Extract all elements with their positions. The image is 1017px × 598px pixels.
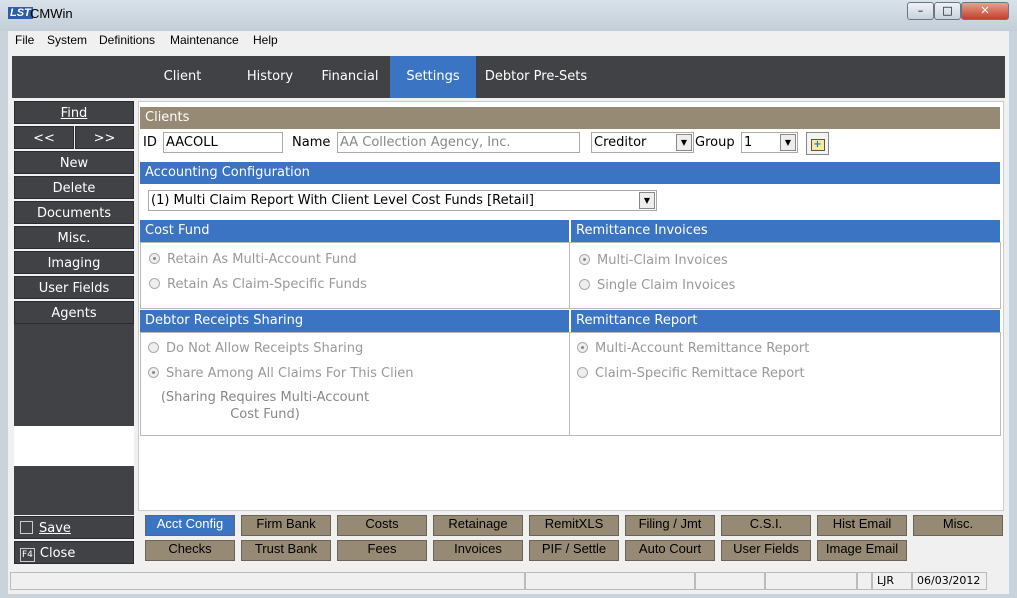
sidebar-blank — [14, 426, 134, 466]
status-bar: LJR 06/03/2012 — [8, 571, 1009, 591]
costs-button[interactable]: Costs — [337, 515, 427, 536]
remit-invoices-header: Remittance Invoices — [571, 220, 1000, 242]
id-input[interactable]: AACOLL — [163, 132, 283, 153]
minimize-button[interactable]: – — [907, 2, 934, 20]
menu-help[interactable]: Help — [253, 33, 278, 47]
status-user: LJR — [872, 572, 912, 590]
tab-client[interactable]: Client — [145, 56, 220, 98]
trust-bank-button[interactable]: Trust Bank — [241, 540, 331, 561]
tab-settings[interactable]: Settings — [390, 56, 476, 98]
report-radio-multi[interactable]: Multi-Account Remittance Report — [577, 341, 809, 356]
close-window-button[interactable]: ✕ — [961, 2, 1009, 20]
receipts-radio-none[interactable]: Do Not Allow Receipts Sharing — [148, 341, 363, 356]
user-fields-button[interactable]: User Fields — [14, 276, 134, 299]
title-bar: LST CMWin – □ ✕ — [0, 0, 1017, 31]
id-label: ID — [143, 135, 157, 150]
checks-button[interactable]: Checks — [145, 540, 235, 561]
user-fields-button[interactable]: User Fields — [721, 540, 811, 561]
tab-history[interactable]: History — [230, 56, 310, 98]
group-label: Group — [695, 135, 735, 150]
agents-button[interactable]: Agents — [14, 301, 134, 324]
documents-button[interactable]: Documents — [14, 201, 134, 224]
firm-bank-button[interactable]: Firm Bank — [241, 515, 331, 536]
c-s-i-button[interactable]: C.S.I. — [721, 515, 811, 536]
prev-button[interactable]: << — [14, 126, 74, 149]
status-cell — [10, 572, 525, 590]
chevron-down-icon: ▼ — [676, 134, 692, 151]
add-folder-icon[interactable]: + — [806, 132, 829, 155]
menu-definitions[interactable]: Definitions — [99, 33, 155, 47]
status-date: 06/03/2012 — [912, 572, 987, 590]
accounting-config-select[interactable]: (1) Multi Claim Report With Client Level… — [148, 190, 657, 211]
save-icon — [20, 521, 33, 534]
tab-financial[interactable]: Financial — [310, 56, 390, 98]
acct-config-button[interactable]: Acct Config — [145, 515, 235, 536]
status-cell — [857, 572, 872, 590]
status-cell — [525, 572, 695, 590]
f4-key-icon: F4 — [20, 548, 35, 562]
sidebar-spacer — [14, 324, 134, 426]
find-button[interactable]: Find — [14, 101, 134, 124]
cost-fund-radio-multi[interactable]: Retain As Multi-Account Fund — [149, 252, 357, 267]
pif-settle-button[interactable]: PIF / Settle — [529, 540, 619, 561]
save-button[interactable]: Save — [14, 516, 134, 539]
report-radio-claim[interactable]: Claim-Specific Remittace Report — [577, 366, 805, 381]
remit-report-header: Remittance Report — [571, 310, 1000, 332]
status-cell — [765, 572, 857, 590]
cost-fund-header: Cost Fund — [140, 220, 569, 242]
filing-jmt-button[interactable]: Filing / Jmt — [625, 515, 715, 536]
maximize-button[interactable]: □ — [934, 2, 961, 20]
invoice-radio-single[interactable]: Single Claim Invoices — [579, 278, 735, 293]
name-input[interactable]: AA Collection Agency, Inc. — [337, 132, 580, 153]
menu-system[interactable]: System — [47, 33, 87, 47]
receipts-note: (Sharing Requires Multi-Account Cost Fund… — [160, 390, 370, 422]
remitxls-button[interactable]: RemitXLS — [529, 515, 619, 536]
client-type-select[interactable]: Creditor ▼ — [591, 132, 694, 153]
delete-button[interactable]: Delete — [14, 176, 134, 199]
receipts-radio-share[interactable]: Share Among All Claims For This Clien — [148, 366, 414, 381]
cost-fund-radio-claim[interactable]: Retain As Claim-Specific Funds — [149, 277, 367, 292]
group-select[interactable]: 1 ▼ — [741, 132, 798, 153]
close-button[interactable]: F4 Close — [14, 541, 134, 564]
status-cell — [695, 572, 765, 590]
auto-court-button[interactable]: Auto Court — [625, 540, 715, 561]
window-title: CMWin — [30, 6, 73, 21]
imaging-button[interactable]: Imaging — [14, 251, 134, 274]
hist-email-button[interactable]: Hist Email — [817, 515, 907, 536]
chevron-down-icon: ▼ — [780, 134, 796, 151]
next-button[interactable]: >> — [75, 126, 134, 149]
name-label: Name — [292, 135, 331, 150]
misc-button[interactable]: Misc. — [913, 515, 1003, 536]
fees-button[interactable]: Fees — [337, 540, 427, 561]
menu-file[interactable]: File — [15, 33, 34, 47]
main-tabs: Client History Financial Settings Debtor… — [12, 56, 1005, 98]
invoice-radio-multi[interactable]: Multi-Claim Invoices — [579, 253, 728, 268]
receipts-header: Debtor Receipts Sharing — [140, 310, 569, 332]
accounting-header: Accounting Configuration — [140, 162, 1000, 184]
new-button[interactable]: New — [14, 151, 134, 174]
retainage-button[interactable]: Retainage — [433, 515, 523, 536]
image-email-button[interactable]: Image Email — [817, 540, 907, 561]
menu-bar: File System Definitions Maintenance Help — [8, 31, 1009, 49]
sidebar-spacer-lower — [14, 466, 134, 515]
chevron-down-icon: ▼ — [639, 192, 655, 209]
misc-button[interactable]: Misc. — [14, 226, 134, 249]
tab-debtor-presets[interactable]: Debtor Pre-Sets — [476, 56, 596, 98]
menu-maintenance[interactable]: Maintenance — [170, 33, 239, 47]
clients-header: Clients — [140, 107, 1000, 129]
invoices-button[interactable]: Invoices — [433, 540, 523, 561]
